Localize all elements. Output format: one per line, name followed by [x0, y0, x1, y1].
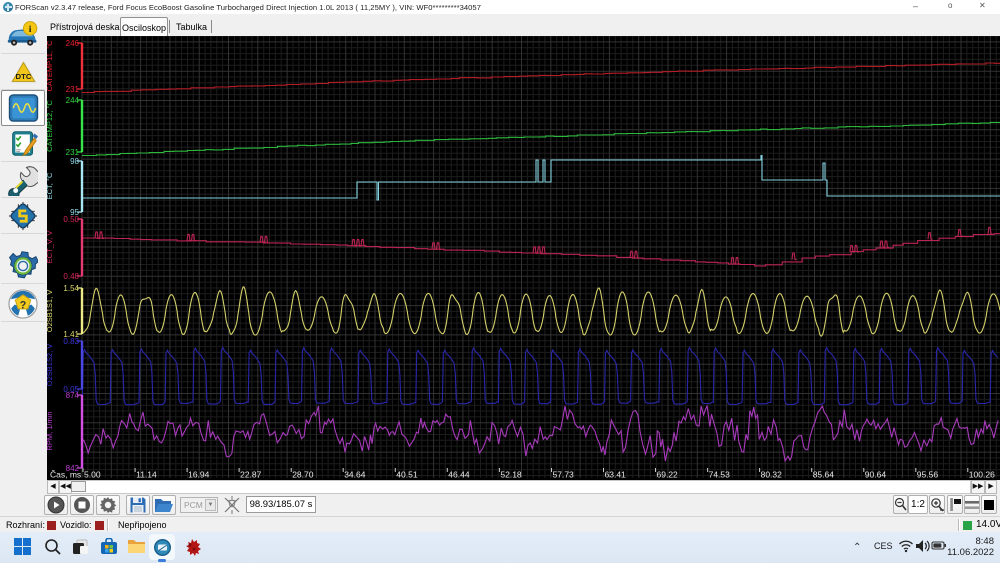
svg-text:63.41: 63.41: [605, 470, 627, 480]
svg-text:Čas, ms: Čas, ms: [50, 470, 81, 480]
svg-text:ECT_V, V: ECT_V, V: [47, 231, 54, 264]
svg-text:28.70: 28.70: [292, 470, 314, 480]
svg-text:RPM, 1/min: RPM, 1/min: [47, 411, 54, 450]
svg-text:CATEMP11, °C: CATEMP11, °C: [47, 40, 54, 92]
svg-text:85.64: 85.64: [813, 470, 835, 480]
svg-text:i: i: [29, 24, 32, 35]
svg-text:52.18: 52.18: [500, 470, 522, 480]
svg-text:CATEMP12, °C: CATEMP12, °C: [47, 100, 54, 152]
svg-text:57.73: 57.73: [553, 470, 575, 480]
svg-text:DTC: DTC: [15, 71, 31, 80]
svg-text:40.51: 40.51: [396, 470, 418, 480]
svg-text:874: 874: [66, 391, 80, 400]
svg-text:5.00: 5.00: [84, 470, 101, 480]
svg-text:1.54: 1.54: [63, 284, 79, 293]
svg-text:0.50: 0.50: [63, 215, 79, 224]
svg-text:16.94: 16.94: [188, 470, 210, 480]
svg-text:46.44: 46.44: [448, 470, 470, 480]
svg-text:74.53: 74.53: [709, 470, 731, 480]
svg-text:34.64: 34.64: [344, 470, 366, 480]
svg-text:0.48: 0.48: [63, 272, 79, 281]
svg-text:ECT, °C: ECT, °C: [47, 172, 54, 199]
svg-text:11.14: 11.14: [136, 470, 157, 480]
svg-text:100.26: 100.26: [969, 470, 995, 480]
svg-text:22.87: 22.87: [240, 470, 262, 480]
svg-text:80.32: 80.32: [761, 470, 783, 480]
svg-text:69.22: 69.22: [657, 470, 679, 480]
svg-text:?: ?: [20, 299, 27, 311]
svg-text:231: 231: [66, 85, 80, 94]
svg-text:246: 246: [66, 39, 80, 48]
svg-text:90.64: 90.64: [865, 470, 887, 480]
svg-text:O2SB1S1, V: O2SB1S1, V: [47, 290, 54, 333]
svg-text:98: 98: [70, 157, 79, 166]
svg-text:O2SB1S2, V: O2SB1S2, V: [47, 344, 54, 387]
svg-text:95.56: 95.56: [917, 470, 939, 480]
svg-text:0.83: 0.83: [63, 337, 79, 346]
svg-text:231: 231: [66, 148, 80, 157]
svg-text:244: 244: [66, 96, 80, 105]
